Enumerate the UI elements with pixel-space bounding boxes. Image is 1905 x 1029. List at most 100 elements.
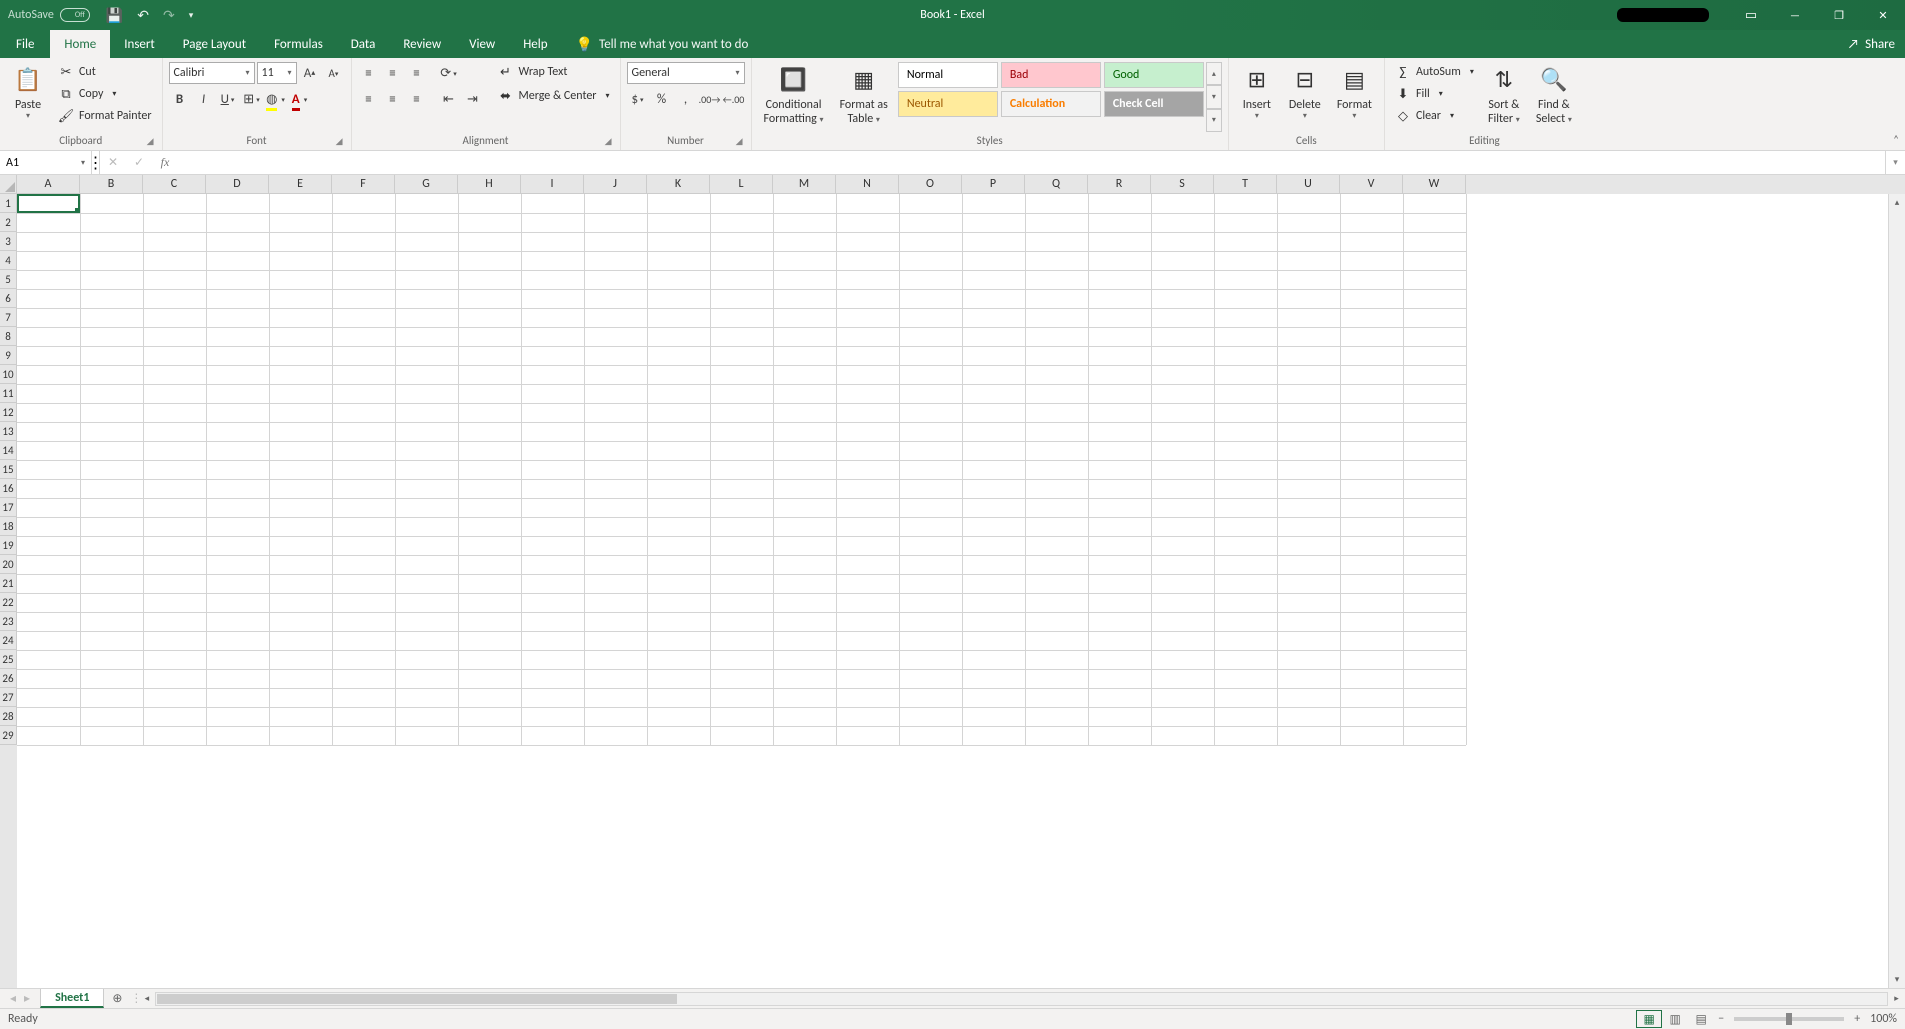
tab-home[interactable]: Home xyxy=(50,30,110,58)
column-header[interactable]: Q xyxy=(1025,175,1088,194)
style-check-cell[interactable]: Check Cell xyxy=(1104,91,1204,117)
dialog-launcher-icon[interactable]: ◢ xyxy=(147,136,154,147)
font-color-button[interactable]: A▾ xyxy=(289,88,311,110)
insert-function-icon[interactable]: fx xyxy=(152,155,178,170)
minimize-icon[interactable]: — xyxy=(1773,0,1817,30)
qat-customize-icon[interactable]: ▾ xyxy=(189,10,194,21)
dialog-launcher-icon[interactable]: ◢ xyxy=(736,136,743,147)
conditional-formatting-button[interactable]: 🔲 Conditional Formatting ▾ xyxy=(758,62,830,132)
format-as-table-button[interactable]: ▦ Format as Table ▾ xyxy=(834,62,894,132)
row-header[interactable]: 28 xyxy=(0,707,17,726)
fill-button[interactable]: ⬇Fill▾ xyxy=(1391,84,1478,104)
row-header[interactable]: 15 xyxy=(0,460,17,479)
zoom-value[interactable]: 100% xyxy=(1870,1012,1897,1026)
column-header[interactable]: G xyxy=(395,175,458,194)
column-header[interactable]: M xyxy=(773,175,836,194)
autosave-toggle[interactable]: AutoSave Off xyxy=(8,8,90,22)
tell-me-search[interactable]: 💡 Tell me what you want to do xyxy=(562,30,749,58)
style-normal[interactable]: Normal xyxy=(898,62,998,88)
align-left-button[interactable]: ≡ xyxy=(358,88,380,110)
hscroll-left-icon[interactable]: ◂ xyxy=(138,993,155,1004)
delete-cells-button[interactable]: ⊟Delete▾ xyxy=(1283,62,1327,132)
view-normal-icon[interactable]: ▦ xyxy=(1636,1010,1662,1028)
column-header[interactable]: L xyxy=(710,175,773,194)
column-header[interactable]: K xyxy=(647,175,710,194)
italic-button[interactable]: I xyxy=(193,88,215,110)
increase-indent-button[interactable]: ⇥ xyxy=(462,88,484,110)
column-header[interactable]: V xyxy=(1340,175,1403,194)
column-header[interactable]: H xyxy=(458,175,521,194)
cells-area[interactable] xyxy=(17,194,1888,988)
decrease-indent-button[interactable]: ⇤ xyxy=(438,88,460,110)
style-good[interactable]: Good xyxy=(1104,62,1204,88)
row-header[interactable]: 16 xyxy=(0,479,17,498)
tab-scroll-splitter[interactable]: ⋮ xyxy=(130,991,138,1006)
sort-filter-button[interactable]: ⇅Sort &Filter ▾ xyxy=(1482,62,1526,132)
gallery-more[interactable]: ▾ xyxy=(1206,109,1222,132)
select-all-corner[interactable] xyxy=(0,175,17,194)
font-size-combo[interactable]: 11▾ xyxy=(257,62,297,84)
row-header[interactable]: 9 xyxy=(0,346,17,365)
row-header[interactable]: 14 xyxy=(0,441,17,460)
align-center-button[interactable]: ≡ xyxy=(382,88,404,110)
align-middle-button[interactable]: ≡ xyxy=(382,62,404,84)
tab-page-layout[interactable]: Page Layout xyxy=(169,30,260,58)
merge-center-button[interactable]: ⬌Merge & Center▾ xyxy=(494,86,614,106)
tab-review[interactable]: Review xyxy=(389,30,455,58)
ribbon-display-options-icon[interactable]: ▭ xyxy=(1729,0,1773,30)
format-cells-button[interactable]: ▤Format▾ xyxy=(1331,62,1378,132)
increase-font-button[interactable]: A▴ xyxy=(299,62,321,84)
row-header[interactable]: 27 xyxy=(0,688,17,707)
undo-icon[interactable]: ↶ xyxy=(137,7,149,24)
column-header[interactable]: C xyxy=(143,175,206,194)
align-bottom-button[interactable]: ≡ xyxy=(406,62,428,84)
row-header[interactable]: 29 xyxy=(0,726,17,745)
insert-cells-button[interactable]: ⊞Insert▾ xyxy=(1235,62,1279,132)
gallery-scroll-down[interactable]: ▾ xyxy=(1206,85,1222,108)
scroll-down-icon[interactable]: ▾ xyxy=(1889,971,1905,988)
vertical-scroll-track[interactable] xyxy=(1889,211,1905,971)
row-header[interactable]: 26 xyxy=(0,669,17,688)
wrap-text-button[interactable]: ↵Wrap Text xyxy=(494,62,614,82)
row-header[interactable]: 2 xyxy=(0,213,17,232)
row-header[interactable]: 20 xyxy=(0,555,17,574)
formula-input[interactable] xyxy=(178,151,1885,174)
fill-color-button[interactable]: ◍▾ xyxy=(265,88,287,110)
close-icon[interactable]: ✕ xyxy=(1861,0,1905,30)
tab-formulas[interactable]: Formulas xyxy=(260,30,337,58)
row-header[interactable]: 7 xyxy=(0,308,17,327)
align-top-button[interactable]: ≡ xyxy=(358,62,380,84)
zoom-in-button[interactable]: + xyxy=(1850,1012,1864,1026)
share-button[interactable]: ↗ Share xyxy=(1838,30,1905,58)
scroll-up-icon[interactable]: ▴ xyxy=(1889,194,1905,211)
column-header[interactable]: I xyxy=(521,175,584,194)
row-header[interactable]: 1 xyxy=(0,194,17,213)
column-header[interactable]: P xyxy=(962,175,1025,194)
bold-button[interactable]: B xyxy=(169,88,191,110)
copy-button[interactable]: ⧉Copy▾ xyxy=(54,84,156,104)
column-header[interactable]: O xyxy=(899,175,962,194)
horizontal-scroll-track[interactable] xyxy=(155,992,1888,1006)
column-header[interactable]: T xyxy=(1214,175,1277,194)
row-header[interactable]: 17 xyxy=(0,498,17,517)
name-box[interactable]: A1▾ xyxy=(0,151,92,174)
tab-insert[interactable]: Insert xyxy=(110,30,169,58)
column-header[interactable]: N xyxy=(836,175,899,194)
view-page-break-icon[interactable]: ▤ xyxy=(1688,1010,1714,1028)
row-header[interactable]: 3 xyxy=(0,232,17,251)
hscroll-right-icon[interactable]: ▸ xyxy=(1888,993,1905,1004)
row-header[interactable]: 25 xyxy=(0,650,17,669)
column-header[interactable]: W xyxy=(1403,175,1466,194)
column-header[interactable]: R xyxy=(1088,175,1151,194)
column-header[interactable]: B xyxy=(80,175,143,194)
formula-bar-grip[interactable]: ⋮ xyxy=(92,151,100,174)
row-header[interactable]: 10 xyxy=(0,365,17,384)
clear-button[interactable]: ◇Clear▾ xyxy=(1391,106,1478,126)
column-header[interactable]: F xyxy=(332,175,395,194)
font-name-combo[interactable]: Calibri▾ xyxy=(169,62,255,84)
tab-view[interactable]: View xyxy=(455,30,509,58)
column-header[interactable]: J xyxy=(584,175,647,194)
style-calculation[interactable]: Calculation xyxy=(1001,91,1101,117)
paste-button[interactable]: 📋 Paste ▾ xyxy=(6,62,50,132)
find-select-button[interactable]: 🔍Find &Select ▾ xyxy=(1530,62,1578,132)
